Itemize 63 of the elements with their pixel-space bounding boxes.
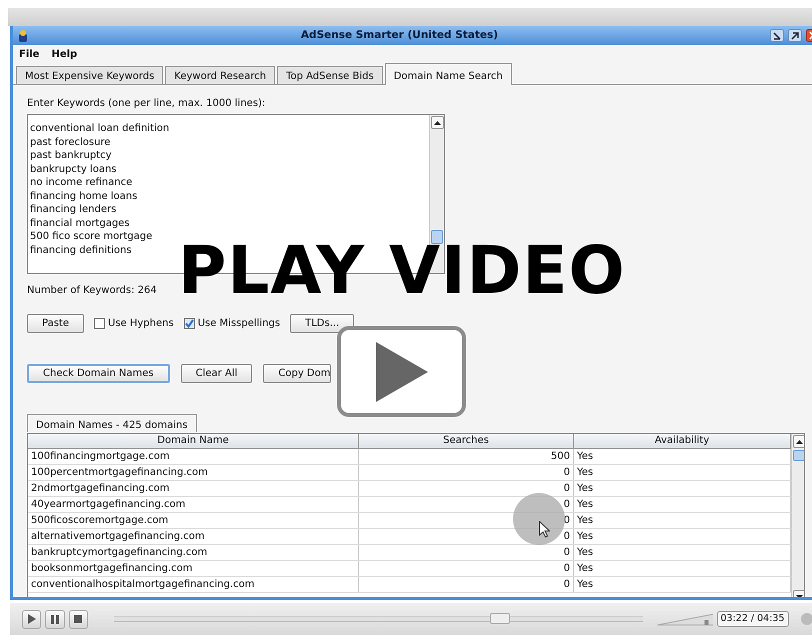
- scroll-up-icon[interactable]: [431, 116, 444, 129]
- table-cell: 500ficoscoremortgage.com: [28, 513, 359, 528]
- cursor-icon: [539, 521, 550, 538]
- action-button[interactable]: Clear All: [180, 364, 252, 383]
- window-title: AdSense Smarter (United States): [300, 28, 500, 43]
- tab[interactable]: Domain Name Search: [384, 63, 512, 85]
- tab[interactable]: Keyword Research: [165, 66, 276, 84]
- checkbox[interactable]: Use Hyphens: [94, 316, 174, 331]
- table-cell: conventionalhospitalmortgagefinancing.com: [28, 577, 359, 592]
- keyword-line: no income refinance: [30, 176, 134, 190]
- keyword-line: conventional loan definition: [30, 122, 170, 136]
- table-cell: 0: [359, 561, 574, 576]
- column-header[interactable]: Domain Name: [28, 434, 359, 448]
- checkbox[interactable]: Use Misspellings: [184, 316, 280, 331]
- menu-item[interactable]: Help: [51, 46, 78, 62]
- play-icon[interactable]: [22, 610, 42, 628]
- table-cell: alternativemortgagefinancing.com: [28, 529, 359, 544]
- play-icon: [376, 342, 428, 402]
- table-cell: bankruptcymortgagefinancing.com: [28, 545, 359, 560]
- action-button[interactable]: Check Domain Names: [27, 364, 170, 383]
- click-highlight: [513, 493, 565, 545]
- table-cell: 500: [359, 449, 574, 464]
- keyword-line: bankrupcty loans: [30, 162, 118, 176]
- play-button[interactable]: [337, 326, 466, 417]
- app-icon: [17, 28, 29, 42]
- table-cell: 100financingmortgage.com: [28, 449, 359, 464]
- seek-thumb[interactable]: [490, 613, 510, 624]
- play-video-caption: PLAY VIDEO: [178, 245, 626, 297]
- menu-item[interactable]: File: [19, 46, 40, 62]
- volume-thumb[interactable]: [704, 620, 708, 625]
- keyword-line: past bankruptcy: [30, 149, 113, 162]
- results-tab[interactable]: Domain Names - 425 domains: [27, 414, 197, 432]
- volume-slider[interactable]: [656, 612, 712, 626]
- time-display: 03:22 / 04:35: [716, 610, 788, 628]
- table-cell: 2ndmortgagefinancing.com: [28, 481, 359, 496]
- tab[interactable]: Most Expensive Keywords: [16, 66, 164, 84]
- keyword-line: financing home loans: [30, 190, 138, 203]
- table-cell: booksonmortgagefinancing.com: [28, 561, 359, 576]
- maximize-icon[interactable]: [788, 29, 802, 42]
- keyword-line: 500 fico score mortgage: [30, 230, 154, 244]
- pause-icon[interactable]: [45, 610, 65, 628]
- table-cell: 40yearmortgagefinancing.com: [28, 497, 359, 512]
- column-header[interactable]: Searches: [359, 434, 574, 448]
- stop-icon[interactable]: [68, 610, 88, 628]
- table-cell: 0: [359, 465, 574, 480]
- scroll-thumb[interactable]: [431, 230, 443, 244]
- tab[interactable]: Top AdSense Bids: [277, 66, 383, 84]
- checkmark-icon: [184, 319, 194, 328]
- minimize-icon[interactable]: [770, 29, 784, 42]
- keyword-line: financing lenders: [30, 203, 118, 216]
- table-cell: 100percentmortgagefinancing.com: [28, 465, 359, 480]
- keyword-count: Number of Keywords: 264: [27, 284, 158, 298]
- scroll-up-icon[interactable]: [793, 435, 804, 448]
- action-button[interactable]: Copy Dom: [263, 364, 332, 383]
- keyword-line: financial mortgages: [30, 216, 131, 230]
- option-button[interactable]: Paste: [27, 314, 84, 333]
- keyword-line: past foreclosure: [30, 136, 112, 149]
- table-cell: 0: [359, 577, 574, 592]
- option-button[interactable]: TLDs...: [290, 314, 354, 333]
- field-label: Enter Keywords (one per line, max. 1000 lines):: [27, 97, 266, 111]
- scrollbar[interactable]: [791, 434, 804, 597]
- scroll-thumb[interactable]: [793, 450, 804, 461]
- keyword-line: financing definitions: [30, 244, 133, 257]
